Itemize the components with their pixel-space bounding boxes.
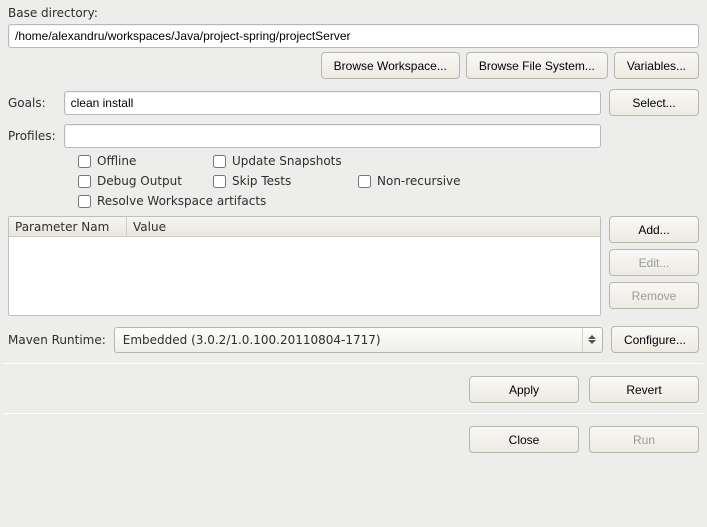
- chevron-up-icon: [588, 335, 596, 339]
- non-recursive-checkbox-label: Non-recursive: [377, 174, 461, 188]
- maven-runtime-label: Maven Runtime:: [8, 333, 106, 347]
- debug-output-checkbox[interactable]: Debug Output: [78, 174, 213, 188]
- apply-button[interactable]: Apply: [469, 376, 579, 403]
- skip-tests-checkbox[interactable]: Skip Tests: [213, 174, 358, 188]
- chevron-down-icon: [588, 340, 596, 344]
- variables-button[interactable]: Variables...: [614, 52, 699, 79]
- maven-runtime-value: Embedded (3.0.2/1.0.100.20110804-1717): [123, 333, 582, 347]
- column-value[interactable]: Value: [127, 217, 600, 236]
- remove-parameter-button: Remove: [609, 282, 699, 309]
- goals-input[interactable]: [64, 91, 601, 115]
- skip-tests-checkbox-label: Skip Tests: [232, 174, 291, 188]
- goals-label: Goals:: [8, 96, 56, 110]
- revert-button[interactable]: Revert: [589, 376, 699, 403]
- debug-output-checkbox-label: Debug Output: [97, 174, 182, 188]
- add-parameter-button[interactable]: Add...: [609, 216, 699, 243]
- parameters-table[interactable]: Parameter Nam Value: [8, 216, 601, 316]
- resolve-workspace-checkbox[interactable]: Resolve Workspace artifacts: [78, 194, 266, 208]
- offline-checkbox[interactable]: Offline: [78, 154, 213, 168]
- separator: [4, 413, 703, 414]
- separator: [4, 363, 703, 364]
- update-snapshots-checkbox[interactable]: Update Snapshots: [213, 154, 358, 168]
- run-button: Run: [589, 426, 699, 453]
- maven-runtime-combo[interactable]: Embedded (3.0.2/1.0.100.20110804-1717): [114, 327, 603, 353]
- non-recursive-checkbox[interactable]: Non-recursive: [358, 174, 461, 188]
- profiles-label: Profiles:: [8, 129, 56, 143]
- edit-parameter-button: Edit...: [609, 249, 699, 276]
- close-button[interactable]: Close: [469, 426, 579, 453]
- base-directory-input[interactable]: [8, 24, 699, 48]
- profiles-input[interactable]: [64, 124, 601, 148]
- column-parameter-name[interactable]: Parameter Nam: [9, 217, 127, 236]
- resolve-workspace-checkbox-label: Resolve Workspace artifacts: [97, 194, 266, 208]
- configure-runtime-button[interactable]: Configure...: [611, 326, 699, 353]
- offline-checkbox-label: Offline: [97, 154, 136, 168]
- select-goals-button[interactable]: Select...: [609, 89, 699, 116]
- browse-filesystem-button[interactable]: Browse File System...: [466, 52, 608, 79]
- base-directory-label: Base directory:: [8, 6, 699, 20]
- browse-workspace-button[interactable]: Browse Workspace...: [321, 52, 460, 79]
- update-snapshots-checkbox-label: Update Snapshots: [232, 154, 342, 168]
